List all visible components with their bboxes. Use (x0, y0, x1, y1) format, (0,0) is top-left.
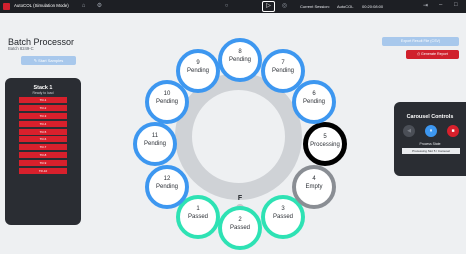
app-title: AutoCOL (Simulation Mode) (14, 3, 69, 8)
carousel-slot-12[interactable]: 12 Pending (145, 165, 189, 209)
carousel: F 1 Passed 2 Passed 3 Passed 4 Empty 5 Proces… (130, 32, 350, 254)
slot-status: Processing (310, 142, 340, 148)
stack-item[interactable]: TR-6 (19, 136, 67, 143)
slot-status: Passed (272, 214, 293, 220)
home-icon[interactable]: ⌂ (79, 2, 88, 11)
session-time: 00:20:08:00 (362, 3, 384, 9)
session-label: Current Session: (300, 3, 330, 9)
carousel-slot-5[interactable]: 5 Processing (303, 122, 347, 166)
slot-status: Passed (187, 214, 208, 220)
stack-panel: Stack 1 Ready to load TR-1 TR-2 TR-3 TR-… (5, 78, 81, 225)
stack-subtitle: Ready to load (32, 91, 54, 95)
controls-title: Carousel Controls (406, 114, 454, 120)
slot-number: 6 (312, 91, 316, 97)
stack-list: TR-1 TR-2 TR-3 TR-4 TR-5 TR-6 TR-7 TR-8 … (19, 97, 67, 176)
circle-icon[interactable]: ○ (222, 2, 231, 11)
slot-number: 4 (312, 176, 316, 182)
stack-item[interactable]: TR-7 (19, 144, 67, 151)
pause-button[interactable]: ⏸ (425, 125, 437, 137)
carousel-slot-8[interactable]: 8 Pending (218, 38, 262, 82)
stack-item[interactable]: TR-4 (19, 120, 67, 127)
carousel-slot-10[interactable]: 10 Pending (145, 80, 189, 124)
slot-status: Pending (271, 68, 295, 74)
session-user: AutoCOL (337, 3, 354, 9)
carousel-controls-panel: Carousel Controls ◀ ⏸ ■ Process State Pr… (394, 102, 466, 176)
slot-status: Pending (228, 57, 252, 63)
play-icon[interactable]: ▷ (262, 1, 275, 12)
slot-status: Pending (155, 184, 179, 190)
slot-number: 10 (163, 91, 171, 97)
gauge-icon[interactable]: ◎ (280, 2, 289, 11)
carousel-center-label: F (237, 195, 243, 202)
slot-number: 7 (281, 60, 285, 66)
start-samples-label: Start Samples (38, 58, 64, 63)
logout-icon[interactable]: ⇥ (423, 2, 428, 9)
export-results-button[interactable]: Export Result File (CSV) (382, 37, 459, 46)
stack-item[interactable]: TR-2 (19, 104, 67, 111)
maximize-icon[interactable]: □ (454, 2, 458, 8)
stack-item[interactable]: TR-8 (19, 152, 67, 159)
slot-number: 3 (281, 206, 285, 212)
slot-number: 11 (151, 133, 159, 139)
slot-status: Pending (155, 99, 179, 105)
process-state-label: Process State (419, 142, 441, 146)
slot-status: Passed (229, 225, 250, 231)
stack-item[interactable]: TR-1 (19, 97, 67, 103)
slot-number: 5 (323, 134, 327, 140)
carousel-slot-4[interactable]: 4 Empty (292, 165, 336, 209)
stack-item[interactable]: TR-3 (19, 112, 67, 119)
minimize-icon[interactable]: – (439, 2, 442, 8)
previous-button[interactable]: ◀ (403, 125, 415, 137)
start-samples-button[interactable]: ✎ Start Samples (21, 56, 76, 65)
carousel-slot-6[interactable]: 6 Pending (292, 80, 336, 124)
slot-status: Pending (302, 99, 326, 105)
carousel-slot-11[interactable]: 11 Pending (133, 122, 177, 166)
slot-status: Pending (143, 141, 167, 147)
app-logo-icon (3, 3, 10, 10)
slot-number: 2 (238, 217, 242, 223)
stack-item[interactable]: TR-5 (19, 128, 67, 135)
slot-number: 8 (238, 49, 242, 55)
generate-report-label: Generate Report (421, 52, 448, 56)
settings-icon[interactable]: ⚙ (95, 2, 104, 11)
stack-item[interactable]: TR-9 (19, 160, 67, 167)
stack-item[interactable]: TR-10 (19, 168, 67, 175)
carousel-slot-7[interactable]: 7 Pending (261, 49, 305, 93)
generate-report-button[interactable]: ⎙ Generate Report (406, 50, 459, 59)
slot-number: 9 (196, 60, 200, 66)
carousel-slot-2[interactable]: 2 Passed (218, 206, 262, 250)
slot-number: 1 (196, 206, 200, 212)
slot-status: Empty (305, 184, 323, 190)
slot-status: Pending (186, 68, 210, 74)
stop-button[interactable]: ■ (447, 125, 459, 137)
slot-number: 12 (163, 176, 171, 182)
page-subtitle: Batch 8249-C (8, 46, 34, 51)
title-bar: AutoCOL (Simulation Mode) ⌂ ⚙ ○ ▷ ◎ Curr… (0, 0, 466, 13)
process-state-value: Processing Slot 5 / Carousel (402, 148, 460, 154)
